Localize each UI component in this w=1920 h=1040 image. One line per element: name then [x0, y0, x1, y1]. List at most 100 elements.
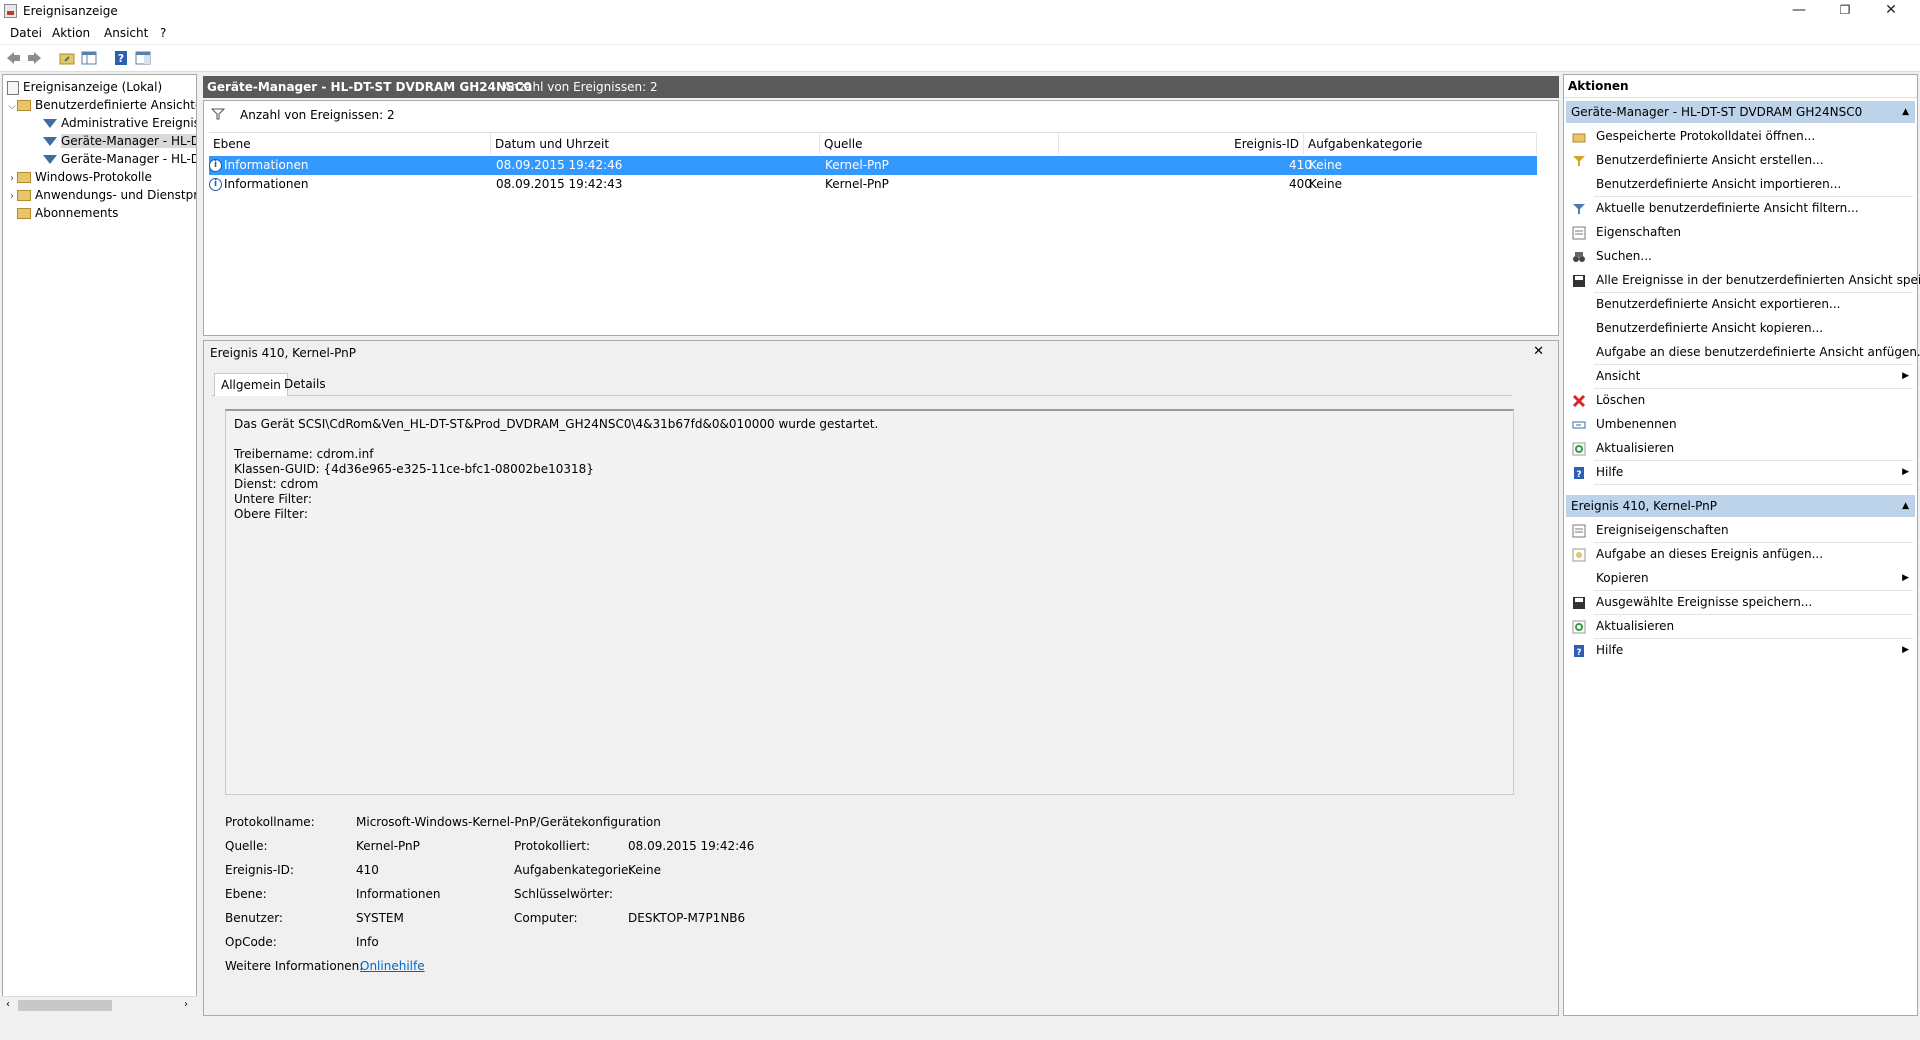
table-row[interactable]: i Informationen 08.09.2015 19:42:43 Kerne… — [209, 175, 1537, 194]
tree-item-device-manager-2[interactable]: Geräte-Manager - HL-DT- — [43, 150, 196, 168]
chevron-down-icon[interactable]: ⌵ — [7, 98, 17, 116]
action-item[interactable]: Ausgewählte Ereignisse speichern... — [1566, 591, 1915, 613]
rename-icon — [1572, 417, 1586, 431]
tree-item-device-manager-1[interactable]: Geräte-Manager - HL-DT- — [43, 132, 196, 150]
action-item[interactable]: Aktualisieren — [1566, 615, 1915, 637]
action-item-label: Ereigniseigenschaften — [1596, 523, 1729, 537]
tree-item-custom-views[interactable]: ⌵ Benutzerdefinierte Ansichten — [7, 96, 196, 116]
minimize-button[interactable]: — — [1776, 0, 1822, 22]
tree-item-subscriptions[interactable]: Abonnements — [17, 204, 118, 222]
toolbar: ? — [0, 45, 1920, 72]
action-item[interactable]: Aktualisieren — [1566, 437, 1915, 459]
submenu-arrow-icon: ▶ — [1902, 645, 1909, 655]
action-item[interactable]: Benutzerdefinierte Ansicht kopieren... — [1566, 317, 1915, 339]
action-item[interactable]: Ereigniseigenschaften — [1566, 519, 1915, 541]
collapse-icon[interactable]: ▲ — [1902, 101, 1909, 123]
action-item[interactable]: Aufgabe an dieses Ereignis anfügen... — [1566, 543, 1915, 565]
column-header-ebene[interactable]: Ebene — [209, 134, 491, 154]
chevron-right-icon[interactable]: › — [7, 188, 17, 206]
action-item[interactable]: Kopieren ▶ — [1566, 567, 1915, 589]
filter-icon — [210, 108, 226, 123]
action-item[interactable]: Umbenennen — [1566, 413, 1915, 435]
delete-icon — [1572, 393, 1586, 408]
menu-aktion[interactable]: Aktion — [52, 26, 90, 40]
tab-allgemein[interactable]: Allgemein — [214, 373, 288, 396]
table-row[interactable]: i Informationen 08.09.2015 19:42:46 Kerne… — [209, 156, 1537, 175]
description-line: Klassen-GUID: {4d36e965-e325-11ce-bfc1-0… — [234, 462, 594, 476]
label-benutzer: Benutzer: — [225, 911, 283, 925]
column-header-ereignis-id[interactable]: Ereignis-ID — [1059, 134, 1304, 154]
title-bar: Ereignisanzeige — ❐ ✕ — [0, 0, 1920, 22]
action-item[interactable]: Löschen — [1566, 389, 1915, 411]
scroll-right-icon[interactable]: › — [184, 999, 188, 1010]
event-list-pane: Anzahl von Ereignissen: 2 Ebene Datum un… — [203, 100, 1559, 336]
menu-bar: Datei Aktion Ansicht ? — [0, 22, 1920, 45]
tab-details[interactable]: Details — [278, 373, 332, 395]
action-item[interactable]: Eigenschaften — [1566, 221, 1915, 243]
close-window-button[interactable]: ✕ — [1868, 0, 1914, 22]
tree-item-windows-logs[interactable]: › Windows-Protokolle — [7, 168, 152, 186]
restore-button[interactable]: ❐ — [1822, 0, 1868, 22]
tree-item-root[interactable]: Ereignisanzeige (Lokal) — [7, 78, 162, 96]
svg-text:?: ? — [1576, 470, 1581, 480]
value-protokolliert: 08.09.2015 19:42:46 — [628, 839, 755, 853]
event-description: Das Gerät SCSI\CdRom&Ven_HL-DT-ST&Prod_D… — [225, 409, 1514, 795]
show-hide-tree-icon[interactable] — [80, 49, 98, 67]
action-item[interactable]: Ansicht ▶ — [1566, 365, 1915, 387]
forward-icon[interactable] — [26, 49, 44, 67]
action-item[interactable]: ? Hilfe ▶ — [1566, 639, 1915, 661]
tree-item-admin-events[interactable]: Administrative Ereignisse — [43, 114, 196, 132]
event-viewer-icon — [7, 80, 19, 95]
online-help-link[interactable]: Onlinehilfe — [360, 959, 425, 973]
tree-horizontal-scrollbar[interactable]: ‹ › — [2, 996, 197, 1014]
action-item-label: Benutzerdefinierte Ansicht kopieren... — [1596, 321, 1824, 335]
description-line: Das Gerät SCSI\CdRom&Ven_HL-DT-ST&Prod_D… — [234, 417, 879, 431]
menu-help[interactable]: ? — [160, 26, 166, 40]
action-item[interactable]: Benutzerdefinierte Ansicht importieren..… — [1566, 173, 1915, 195]
binoculars-icon — [1572, 249, 1586, 263]
action-item-label: Eigenschaften — [1596, 225, 1682, 239]
collapse-icon[interactable]: ▲ — [1902, 495, 1909, 517]
column-header-quelle[interactable]: Quelle — [820, 134, 1059, 154]
action-item[interactable]: Gespeicherte Protokolldatei öffnen... — [1566, 125, 1915, 147]
action-item[interactable]: Alle Ereignisse in der benutzerdefiniert… — [1566, 269, 1920, 291]
action-item[interactable]: ? Hilfe ▶ — [1566, 461, 1915, 483]
back-icon[interactable] — [4, 49, 22, 67]
label-ereignis-id: Ereignis-ID: — [225, 863, 294, 877]
properties-icon — [1572, 225, 1586, 240]
filter-icon — [1572, 201, 1586, 215]
folder-icon — [17, 172, 31, 183]
show-hide-action-pane-icon[interactable] — [134, 49, 152, 67]
actions-section-view[interactable]: Geräte-Manager - HL-DT-ST DVDRAM GH24NSC… — [1566, 101, 1915, 123]
folder-up-icon[interactable] — [58, 49, 76, 67]
label-weitere-informationen: Weitere Informationen: — [225, 959, 364, 973]
action-item[interactable]: Benutzerdefinierte Ansicht exportieren..… — [1566, 293, 1915, 315]
properties-icon — [1572, 523, 1586, 538]
menu-ansicht[interactable]: Ansicht — [104, 26, 148, 40]
task-icon — [1572, 547, 1586, 562]
column-header-aufgabenkategorie[interactable]: Aufgabenkategorie — [1304, 134, 1537, 154]
label-aufgabenkategorie: Aufgabenkategorie: — [514, 863, 633, 877]
view-title: Geräte-Manager - HL-DT-ST DVDRAM GH24NSC… — [207, 80, 532, 94]
action-item[interactable]: Aktuelle benutzerdefinierte Ansicht filt… — [1566, 197, 1915, 219]
action-item[interactable]: Aufgabe an diese benutzerdefinierte Ansi… — [1566, 341, 1920, 363]
center-pane-header: Geräte-Manager - HL-DT-ST DVDRAM GH24NSC… — [203, 76, 1559, 98]
action-item-label: Umbenennen — [1596, 417, 1677, 431]
menu-datei[interactable]: Datei — [10, 26, 42, 40]
action-item-label: Aktualisieren — [1596, 441, 1675, 455]
info-icon: i — [209, 178, 222, 191]
value-aufgabenkategorie: Keine — [628, 863, 661, 877]
action-item-label: Benutzerdefinierte Ansicht importieren..… — [1596, 177, 1842, 191]
scrollbar-thumb[interactable] — [18, 1000, 112, 1011]
column-header-datum[interactable]: Datum und Uhrzeit — [491, 134, 820, 154]
scroll-left-icon[interactable]: ‹ — [6, 999, 10, 1010]
action-item-label: Löschen — [1596, 393, 1646, 407]
close-icon[interactable]: ✕ — [1533, 344, 1544, 359]
action-item[interactable]: Benutzerdefinierte Ansicht erstellen... — [1566, 149, 1915, 171]
help-icon[interactable]: ? — [112, 49, 130, 67]
description-line: Obere Filter: — [234, 507, 308, 521]
tree-item-app-service-logs[interactable]: › Anwendungs- und Dienstpro — [7, 186, 196, 206]
action-item[interactable]: Suchen... — [1566, 245, 1915, 267]
actions-section-event[interactable]: Ereignis 410, Kernel-PnP ▲ — [1566, 495, 1915, 517]
action-item-label: Suchen... — [1596, 249, 1652, 263]
